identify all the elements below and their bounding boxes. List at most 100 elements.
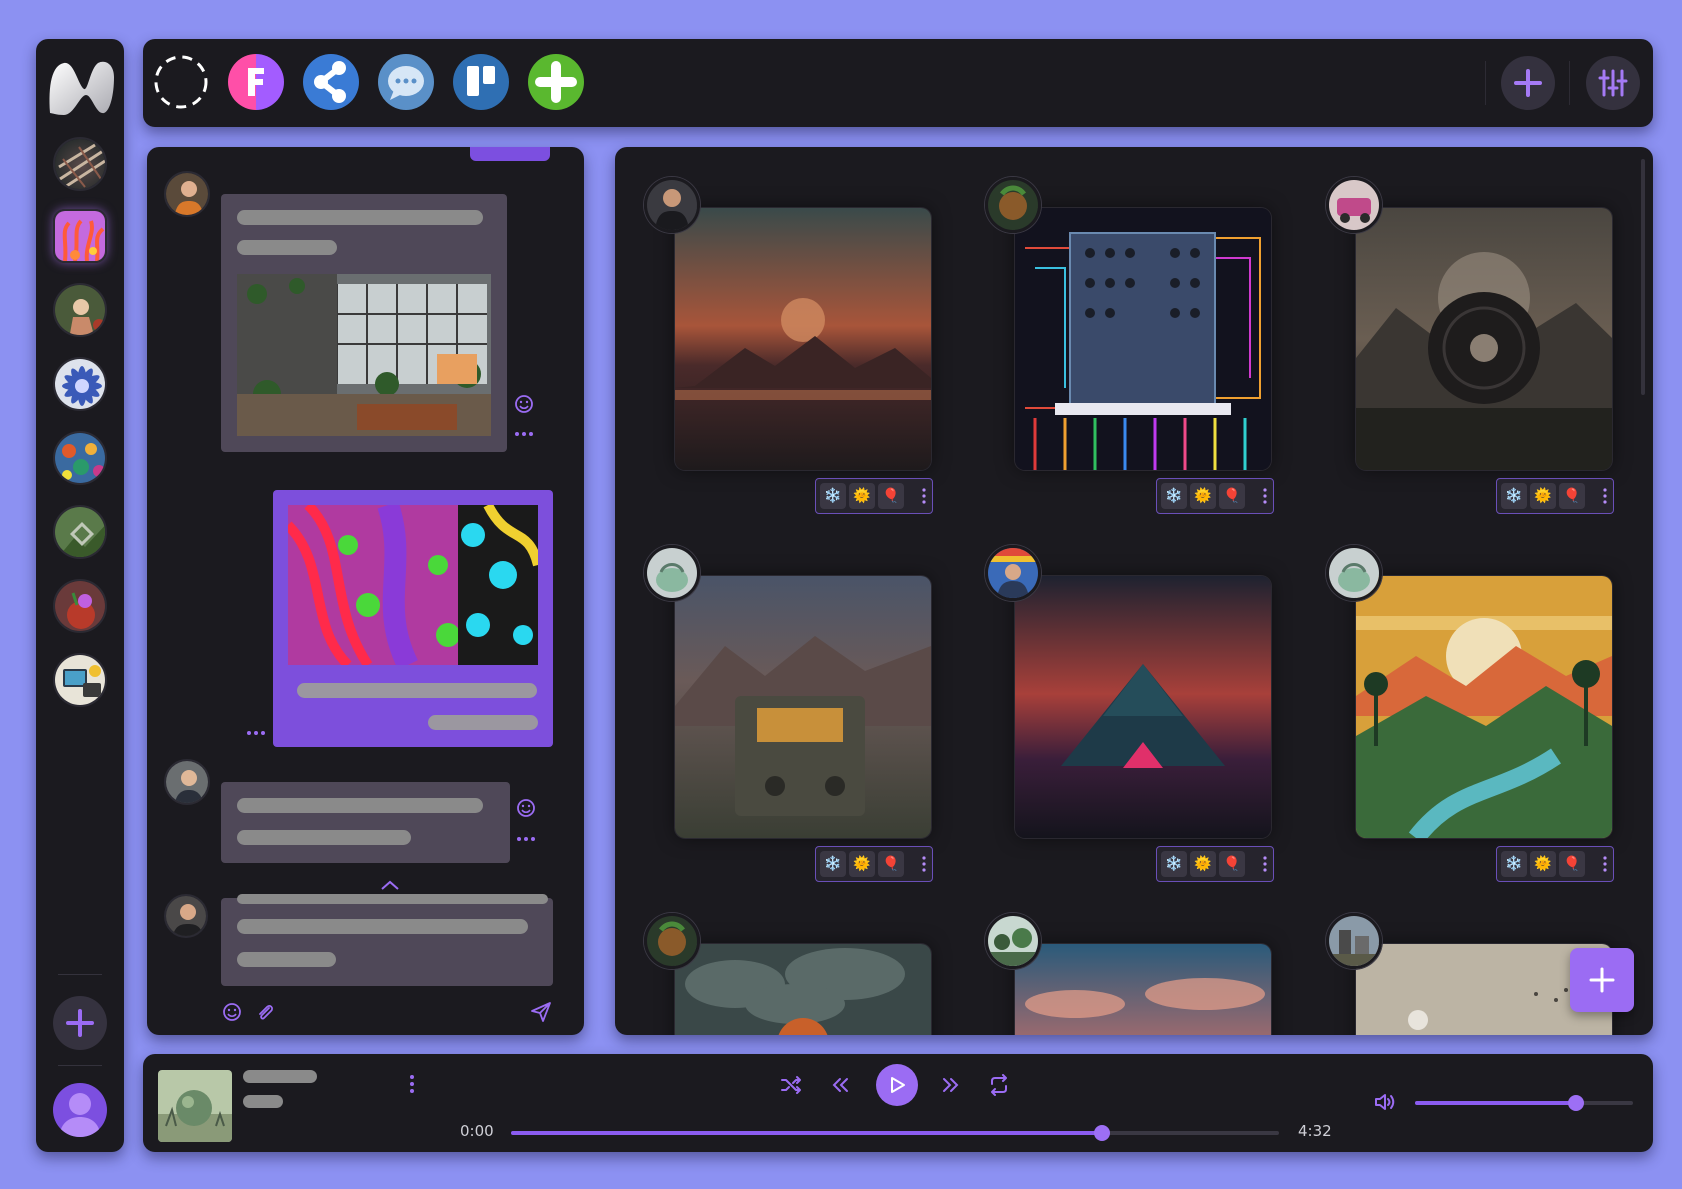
more-vertical-icon[interactable] [1257,856,1273,872]
add-server-button[interactable] [53,996,107,1050]
rewind-icon[interactable] [820,1065,860,1105]
reaction-snowflake[interactable]: ❄️ [820,483,846,509]
server-avatar[interactable] [53,431,107,485]
attached-image[interactable] [237,274,491,436]
sliders-icon [1598,69,1628,97]
figma-like-icon[interactable] [228,54,284,110]
reaction-balloon[interactable]: 🎈 [878,483,904,509]
play-button[interactable] [876,1064,918,1106]
volume-handle[interactable] [1568,1095,1585,1111]
chevron-up-icon[interactable] [379,874,401,896]
reaction-sun[interactable]: 🌞 [1530,851,1556,877]
more-options-icon[interactable] [245,722,267,744]
reaction-sun[interactable]: 🌞 [1190,851,1216,877]
track-artist-placeholder [243,1095,283,1108]
app-logo-icon[interactable] [44,55,116,119]
reaction-balloon[interactable]: 🎈 [1219,483,1245,509]
add-reaction-icon[interactable] [513,393,535,415]
progress-handle[interactable] [1094,1125,1111,1141]
server-avatar[interactable] [53,283,107,337]
reaction-snowflake[interactable]: ❄️ [1161,851,1187,877]
reaction-sun[interactable]: 🌞 [1530,483,1556,509]
add-app-icon[interactable] [528,54,584,110]
server-avatar[interactable] [53,579,107,633]
message-input[interactable] [221,894,553,986]
avatar[interactable] [164,894,208,938]
server-avatar[interactable] [53,209,107,263]
server-avatar[interactable] [53,137,107,191]
avatar[interactable] [644,913,700,969]
emoji-icon[interactable] [221,1001,243,1023]
reaction-sun[interactable]: 🌞 [849,851,875,877]
progress-bar[interactable] [511,1125,1279,1141]
reaction-snowflake[interactable]: ❄️ [1501,483,1527,509]
avatar[interactable] [985,545,1041,601]
album-art[interactable] [158,1070,232,1142]
server-avatar[interactable] [53,357,107,411]
settings-button[interactable] [1586,56,1640,110]
reaction-balloon[interactable]: 🎈 [1219,851,1245,877]
gallery-image[interactable] [1015,944,1271,1035]
chat-icon[interactable] [378,54,434,110]
reaction-balloon[interactable]: 🎈 [878,851,904,877]
reaction-bar: ❄️ 🌞 🎈 [1156,846,1274,882]
text-placeholder [237,210,483,225]
gallery-image[interactable] [675,208,931,470]
avatar[interactable] [985,913,1041,969]
gallery-image[interactable] [1015,208,1271,470]
gallery-image[interactable] [1356,576,1612,838]
plus-icon [1514,69,1542,97]
track-title-placeholder [243,1070,317,1083]
avatar[interactable] [644,177,700,233]
avatar[interactable] [164,171,210,217]
text-placeholder [237,894,548,904]
reaction-snowflake[interactable]: ❄️ [820,851,846,877]
avatar[interactable] [1326,545,1382,601]
trello-like-icon[interactable] [453,54,509,110]
gallery-image[interactable] [1015,576,1271,838]
more-vertical-icon[interactable] [1597,856,1613,872]
user-icon [59,1093,101,1137]
more-vertical-icon[interactable] [916,488,932,504]
more-vertical-icon[interactable] [916,856,932,872]
share-icon[interactable] [303,54,359,110]
shuffle-icon[interactable] [771,1065,811,1105]
gallery-image[interactable] [675,944,931,1035]
avatar[interactable] [1326,913,1382,969]
reaction-snowflake[interactable]: ❄️ [1501,851,1527,877]
add-reaction-icon[interactable] [515,797,537,819]
more-options-icon[interactable] [513,423,535,445]
volume-icon[interactable] [1365,1082,1405,1122]
avatar[interactable] [985,177,1041,233]
track-options-icon[interactable] [392,1064,432,1104]
chat-tab-indicator[interactable] [470,147,550,161]
send-icon[interactable] [530,1001,552,1023]
user-profile-button[interactable] [53,1083,107,1137]
dashed-circle-icon[interactable] [153,54,209,110]
upload-fab-button[interactable] [1570,948,1634,1012]
reaction-sun[interactable]: 🌞 [1190,483,1216,509]
repeat-icon[interactable] [979,1065,1019,1105]
gallery-image[interactable] [675,576,931,838]
more-vertical-icon[interactable] [1597,488,1613,504]
avatar[interactable] [1326,177,1382,233]
gallery-image[interactable] [1356,208,1612,470]
server-avatar[interactable] [53,505,107,559]
server-avatar[interactable] [53,653,107,707]
more-vertical-icon[interactable] [1257,488,1273,504]
reaction-snowflake[interactable]: ❄️ [1161,483,1187,509]
avatar[interactable] [164,759,210,805]
message-bubble [221,782,510,863]
attached-image[interactable] [288,505,538,665]
avatar[interactable] [644,545,700,601]
reaction-sun[interactable]: 🌞 [849,483,875,509]
reaction-balloon[interactable]: 🎈 [1559,483,1585,509]
scrollbar[interactable] [1641,159,1645,395]
fast-forward-icon[interactable] [931,1065,971,1105]
volume-slider[interactable] [1415,1095,1633,1111]
reaction-bar: ❄️ 🌞 🎈 [1496,478,1614,514]
add-button[interactable] [1501,56,1555,110]
attach-icon[interactable] [254,1001,276,1023]
more-options-icon[interactable] [515,828,537,850]
reaction-balloon[interactable]: 🎈 [1559,851,1585,877]
